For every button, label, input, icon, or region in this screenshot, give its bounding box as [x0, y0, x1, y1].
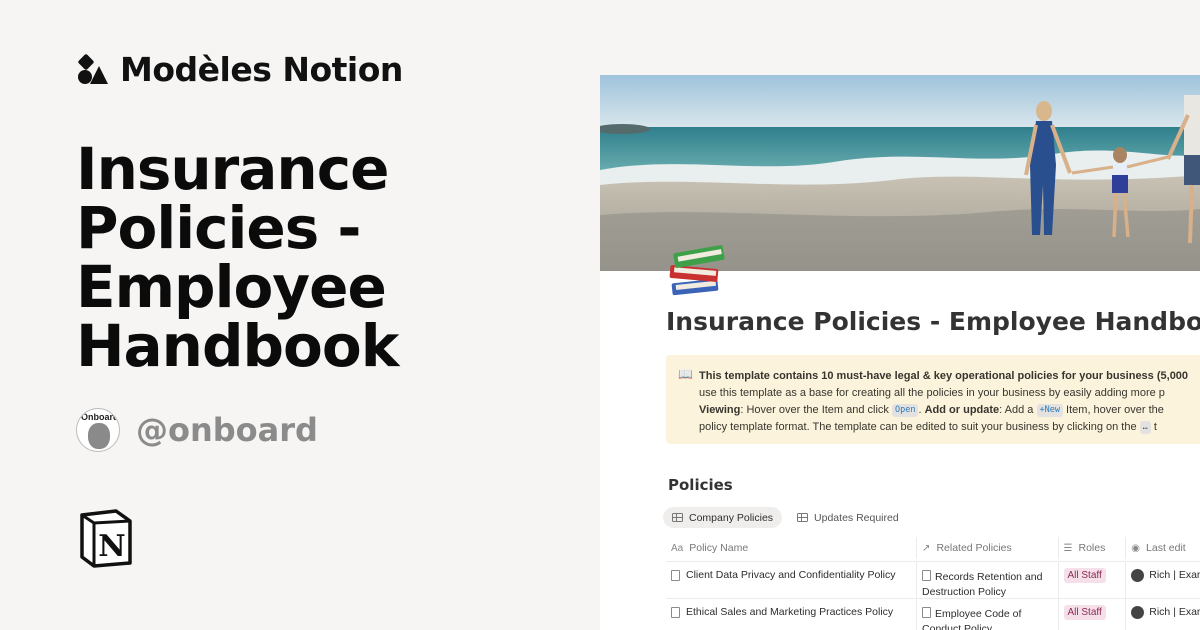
tab-updates-required[interactable]: Updates Required — [788, 507, 908, 528]
books-icon — [669, 245, 725, 296]
role-tag: All Staff — [1063, 568, 1106, 583]
callout-line-3b: . — [918, 404, 922, 416]
editor-name: Rich | Exar — [1149, 606, 1200, 618]
policy-name-cell[interactable]: Client Data Privacy and Confidentiality … — [666, 562, 918, 598]
tab-company-policies[interactable]: Company Policies — [663, 507, 783, 528]
roles-cell[interactable]: All Staff — [1059, 562, 1127, 598]
new-chip: +New — [1036, 404, 1063, 417]
column-label: Related Policies — [936, 542, 1012, 554]
policy-name: Client Data Privacy and Confidentiality … — [686, 569, 896, 581]
callout-text: This template contains 10 must-have lega… — [699, 368, 1200, 436]
editor-avatar — [1131, 606, 1145, 619]
notion-n-logo-icon: N — [80, 509, 132, 568]
column-last-edit[interactable]: ◉ Last edit — [1126, 537, 1200, 559]
callout-line-3a: : Hover over the Item and click — [740, 404, 889, 416]
table-icon — [672, 513, 683, 522]
callout-line-3c: : Add a — [999, 404, 1034, 416]
editor-name: Rich | Exar — [1149, 569, 1200, 581]
callout: 📖 This template contains 10 must-have le… — [666, 355, 1200, 444]
author-handle[interactable]: @onboard — [136, 411, 318, 449]
tab-label: Updates Required — [814, 511, 899, 524]
column-label: Last edit — [1146, 542, 1186, 554]
database-title: Policies — [668, 476, 733, 494]
column-related-policies[interactable]: ↗ Related Policies — [917, 537, 1059, 559]
page-icon — [922, 570, 932, 581]
person-property-icon: ◉ — [1131, 542, 1141, 554]
callout-add-label: Add or update — [924, 404, 1000, 416]
hero-title: Insurance Policies - Employee Handbook — [76, 135, 399, 380]
policy-name-cell[interactable]: Ethical Sales and Marketing Practices Po… — [666, 599, 918, 630]
related-policy-cell[interactable]: Employee Code of Conduct Policy — [917, 599, 1059, 630]
page-icon — [671, 570, 680, 581]
avatar-label: Onboard — [81, 412, 119, 422]
view-tabs: Company Policies Updates Required — [663, 507, 908, 528]
role-tag: All Staff — [1063, 605, 1106, 620]
author[interactable]: Onboard @onboard — [76, 408, 318, 452]
open-chip: Open — [892, 404, 919, 417]
relation-arrow-icon: ↗ — [922, 542, 931, 554]
callout-line-4: policy template format. The template can… — [699, 421, 1137, 433]
related-policy: Employee Code of Conduct Policy — [922, 608, 1022, 630]
tab-label: Company Policies — [689, 511, 774, 524]
related-policy-cell[interactable]: Records Retention and Destruction Policy — [917, 562, 1059, 598]
page-icon — [922, 607, 932, 618]
table-row[interactable]: Ethical Sales and Marketing Practices Po… — [666, 598, 1200, 630]
brand: Modèles Notion — [76, 50, 403, 89]
list-property-icon: ☰ — [1063, 542, 1073, 554]
avatar: Onboard — [76, 408, 120, 452]
table-row[interactable]: Client Data Privacy and Confidentiality … — [666, 561, 1200, 598]
last-edit-cell: Rich | Exar — [1126, 599, 1200, 630]
text-property-icon: Aa — [671, 542, 684, 554]
callout-line-3d: Item, hover over the — [1066, 404, 1164, 416]
last-edit-cell: Rich | Exar — [1126, 562, 1200, 598]
shapes-logo-icon — [78, 53, 108, 84]
callout-line-4-end: t — [1153, 421, 1157, 433]
dots-chip: … — [1139, 421, 1151, 434]
brand-name: Modèles Notion — [120, 50, 403, 89]
callout-viewing-label: Viewing — [699, 404, 741, 416]
policy-name: Ethical Sales and Marketing Practices Po… — [686, 606, 894, 618]
table-header: Aa Policy Name ↗ Related Policies ☰ Role… — [666, 537, 1200, 559]
column-label: Roles — [1078, 542, 1106, 554]
page-title: Insurance Policies - Employee Handbook — [666, 307, 1200, 336]
column-roles[interactable]: ☰ Roles — [1059, 537, 1127, 559]
callout-line-2: use this template as a base for creating… — [699, 387, 1165, 399]
editor-avatar — [1131, 569, 1145, 582]
roles-cell[interactable]: All Staff — [1059, 599, 1127, 630]
callout-line-1: This template contains 10 must-have lega… — [699, 370, 1189, 382]
open-book-icon: 📖 — [678, 367, 693, 381]
svg-text:N: N — [98, 529, 125, 564]
column-label: Policy Name — [689, 542, 749, 554]
related-policy: Records Retention and Destruction Policy — [922, 571, 1043, 598]
table-icon — [797, 513, 809, 522]
notion-page-preview: Insurance Policies - Employee Handbook 📖… — [600, 75, 1200, 630]
column-policy-name[interactable]: Aa Policy Name — [666, 537, 918, 559]
page-icon — [671, 607, 680, 618]
